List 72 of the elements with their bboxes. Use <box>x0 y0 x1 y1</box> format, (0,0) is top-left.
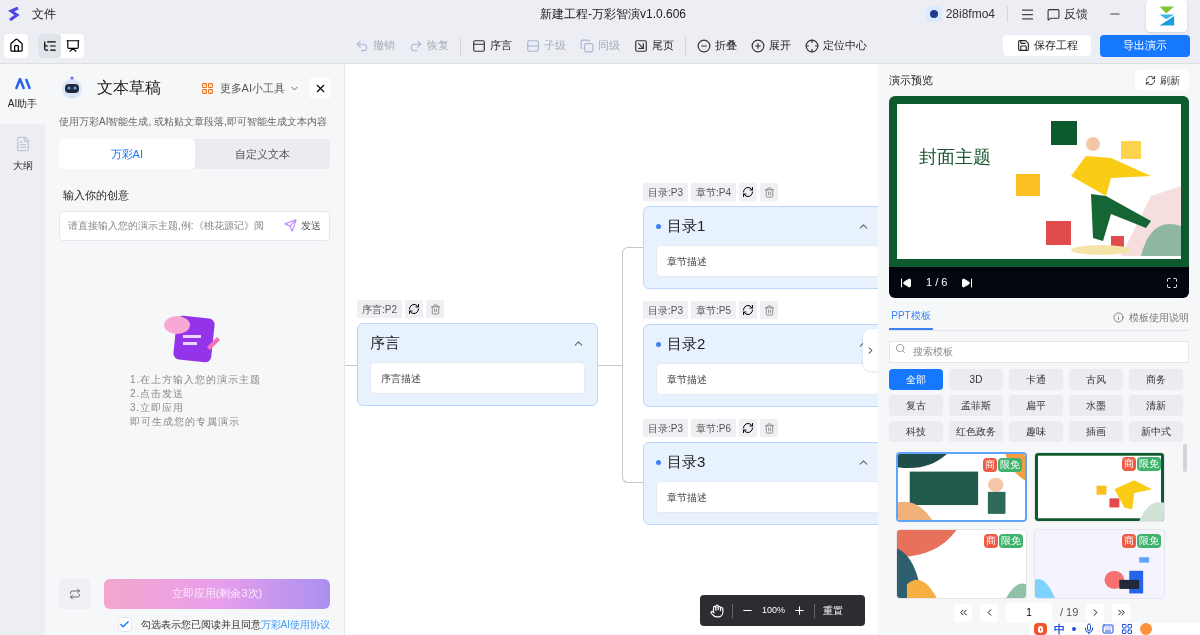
toolbar-button[interactable]: 展开 <box>744 37 798 54</box>
feedback-button[interactable]: 反馈 <box>1047 5 1088 23</box>
page-tag: 序言:P2 <box>357 300 402 318</box>
node-title: 目录2 <box>667 333 706 354</box>
template-help-link[interactable]: 模板使用说明 <box>1129 310 1189 325</box>
outline-node[interactable]: 序言 序言描述 <box>357 323 598 406</box>
category-chip[interactable]: 扁平 <box>1009 394 1063 416</box>
category-chip[interactable]: 孟菲斯 <box>949 394 1003 416</box>
user-name[interactable]: 28i8fmo4 <box>945 5 995 23</box>
instruction-text: 即可生成您的专属演示 <box>130 414 241 429</box>
instruction-text: 1.在上方输入您的演示主题 <box>130 372 263 387</box>
category-chip[interactable]: 新中式 <box>1129 420 1183 442</box>
category-chip[interactable]: 古风 <box>1069 368 1123 390</box>
category-chip[interactable]: 商务 <box>1129 368 1183 390</box>
idea-input-field[interactable]: 请直接输入您的演示主题,例:《桃花源记》阅 发送 <box>59 210 330 241</box>
category-chip[interactable]: 卡通 <box>1009 368 1063 390</box>
node-title: 序言 <box>370 332 400 353</box>
reset-zoom-button[interactable]: 重置 <box>823 603 844 618</box>
zoom-level: 100% <box>762 603 786 617</box>
page-total: / 19 <box>1060 605 1079 621</box>
description-field[interactable]: 章节描述 <box>656 363 878 395</box>
mode-tab[interactable]: 自定义文本 <box>194 139 330 169</box>
instruction-text: 2.点击发送 <box>130 386 186 401</box>
page-tag: 目录:P3 <box>643 419 688 437</box>
instruction-text: 3.立即应用 <box>130 400 186 415</box>
category-chip[interactable]: 全部 <box>889 368 943 390</box>
page-tag: 目录:P3 <box>643 183 688 201</box>
page-counter: 1 / 6 <box>926 275 948 291</box>
save-project-button[interactable]: 保存工程 <box>1003 35 1091 56</box>
outline-node[interactable]: 目录2 章节描述 <box>643 324 878 407</box>
toolbar-button[interactable]: 折叠 <box>690 37 744 54</box>
template-tab[interactable]: PPT模板 <box>889 308 933 330</box>
category-chip[interactable]: 科技 <box>889 420 943 442</box>
file-menu[interactable]: 文件 <box>32 5 56 23</box>
toolbar-button[interactable]: 尾页 <box>627 37 681 54</box>
window-title: 新建工程-万彩智演v1.0.606 <box>540 6 687 23</box>
outline-node[interactable]: 目录3 章节描述 <box>643 442 878 525</box>
outline-node[interactable]: 目录1 章节描述 <box>643 206 878 289</box>
panel-title: 文本草稿 <box>97 78 161 98</box>
description-field[interactable]: 序言描述 <box>370 362 585 394</box>
category-chip[interactable]: 红色政务 <box>949 420 1003 442</box>
agree-text: 勾选表示您已阅读并且同意 <box>140 619 261 630</box>
input-label: 输入你的创意 <box>63 188 130 203</box>
rail-tab[interactable]: AI助手 <box>0 64 45 124</box>
rail-tab[interactable]: 大纲 <box>0 124 45 184</box>
send-button[interactable]: 发送 <box>284 218 321 233</box>
slide-title: 封面主题 <box>919 146 991 169</box>
description-field[interactable]: 章节描述 <box>656 245 878 277</box>
page-tag: 章节:P5 <box>691 301 737 319</box>
category-chip[interactable]: 3D <box>949 368 1003 390</box>
category-chip[interactable]: 趣味 <box>1009 420 1063 442</box>
page-tag: 章节:P4 <box>691 183 737 201</box>
page-tag: 章节:P6 <box>691 419 737 437</box>
description-field[interactable]: 章节描述 <box>656 481 878 513</box>
page-input-field[interactable]: 1 <box>1006 602 1052 623</box>
category-chip[interactable]: 插画 <box>1069 420 1123 442</box>
node-title: 目录3 <box>667 451 706 472</box>
export-button[interactable]: 导出演示 <box>1100 34 1190 57</box>
preview-title: 演示预览 <box>889 72 933 88</box>
ime-mode[interactable]: 中 <box>1054 620 1065 635</box>
node-title: 目录1 <box>667 215 706 236</box>
category-chip[interactable]: 清新 <box>1129 394 1183 416</box>
category-chip[interactable]: 水墨 <box>1069 394 1123 416</box>
page-tag: 目录:P3 <box>643 301 688 319</box>
category-chip[interactable]: 复古 <box>889 394 943 416</box>
template-search-field[interactable]: 搜索模板 <box>889 340 1189 363</box>
refresh-button[interactable]: 刷新 <box>1135 70 1189 90</box>
toolbar-button[interactable]: 定位中心 <box>798 37 874 54</box>
panel-description: 使用万彩AI智能生成, 或粘贴文章段落,即可智能生成文本内容 <box>59 115 328 129</box>
ai-tools-dropdown[interactable]: 更多AI小工具 <box>219 79 300 97</box>
mode-tab[interactable]: 万彩AI <box>59 139 195 169</box>
toolbar-button[interactable]: 序言 <box>465 37 519 54</box>
